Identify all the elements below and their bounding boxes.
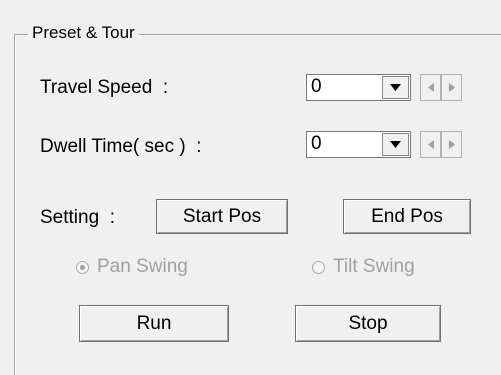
stop-button[interactable]: Stop [295, 305, 441, 342]
tilt-swing-label: Tilt Swing [333, 256, 415, 277]
setting-label: Setting : [40, 207, 115, 228]
chevron-down-icon[interactable] [382, 76, 409, 99]
arrow-right-icon[interactable] [441, 74, 462, 101]
travel-speed-label: Travel Speed : [40, 77, 169, 98]
arrow-left-icon[interactable] [420, 131, 441, 158]
run-button[interactable]: Run [79, 305, 229, 342]
pan-swing-radio[interactable]: Pan Swing [76, 255, 188, 279]
radio-selected-icon [76, 260, 89, 274]
dwell-time-value: 0 [311, 133, 322, 154]
arrow-right-icon[interactable] [441, 131, 462, 158]
travel-speed-value: 0 [311, 76, 322, 97]
radio-unselected-icon [312, 260, 325, 274]
travel-speed-spinner[interactable] [420, 74, 462, 101]
pan-swing-label: Pan Swing [97, 256, 188, 277]
end-pos-button[interactable]: End Pos [343, 199, 471, 234]
travel-speed-combo[interactable]: 0 [306, 74, 411, 101]
chevron-down-icon[interactable] [382, 133, 409, 156]
start-pos-button[interactable]: Start Pos [156, 199, 288, 234]
tilt-swing-radio[interactable]: Tilt Swing [312, 255, 415, 279]
arrow-left-icon[interactable] [420, 74, 441, 101]
dwell-time-label: Dwell Time( sec ) : [40, 136, 202, 157]
dwell-time-combo[interactable]: 0 [306, 131, 411, 158]
dwell-time-spinner[interactable] [420, 131, 462, 158]
groupbox-title: Preset & Tour [28, 22, 139, 44]
